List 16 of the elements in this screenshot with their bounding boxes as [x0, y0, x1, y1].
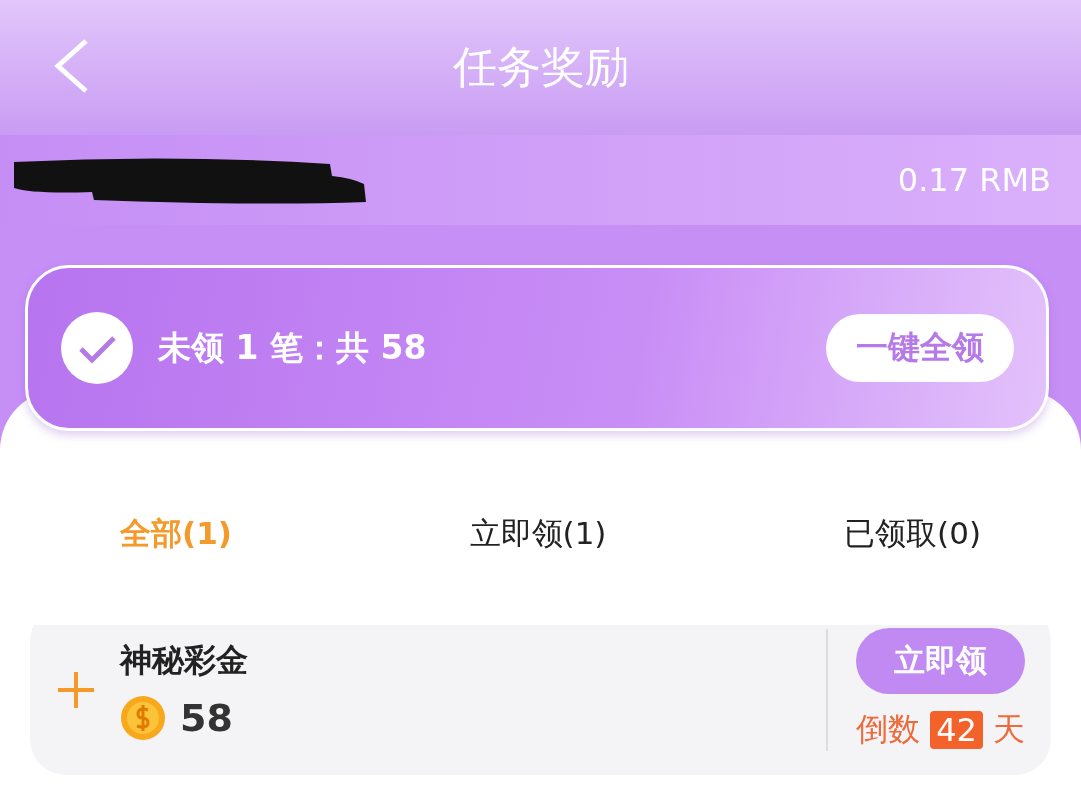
filter-tab[interactable]: 已领取(0) — [844, 505, 981, 563]
filter-tab[interactable]: 立即领(1) — [469, 505, 607, 563]
days-count: 42 — [930, 711, 983, 749]
filter-tab[interactable]: 全部(1) — [120, 505, 232, 563]
reward-amount: 58 — [180, 696, 233, 740]
coin-icon — [120, 695, 166, 741]
summary-text: 未领 1 笔：共 58 — [158, 326, 428, 369]
claim-button[interactable]: 立即领 — [856, 628, 1025, 694]
claim-all-button[interactable]: 一键全领 — [826, 314, 1014, 382]
page-title: 任务奖励 — [452, 40, 629, 94]
countdown-label: 倒数 — [856, 709, 921, 750]
check-icon[interactable] — [60, 311, 134, 385]
balance-text: 0.17 RMB — [897, 161, 1051, 199]
reward-title: 神秘彩金 — [120, 640, 249, 681]
days-unit: 天 — [992, 709, 1025, 750]
plus-icon — [56, 670, 96, 710]
